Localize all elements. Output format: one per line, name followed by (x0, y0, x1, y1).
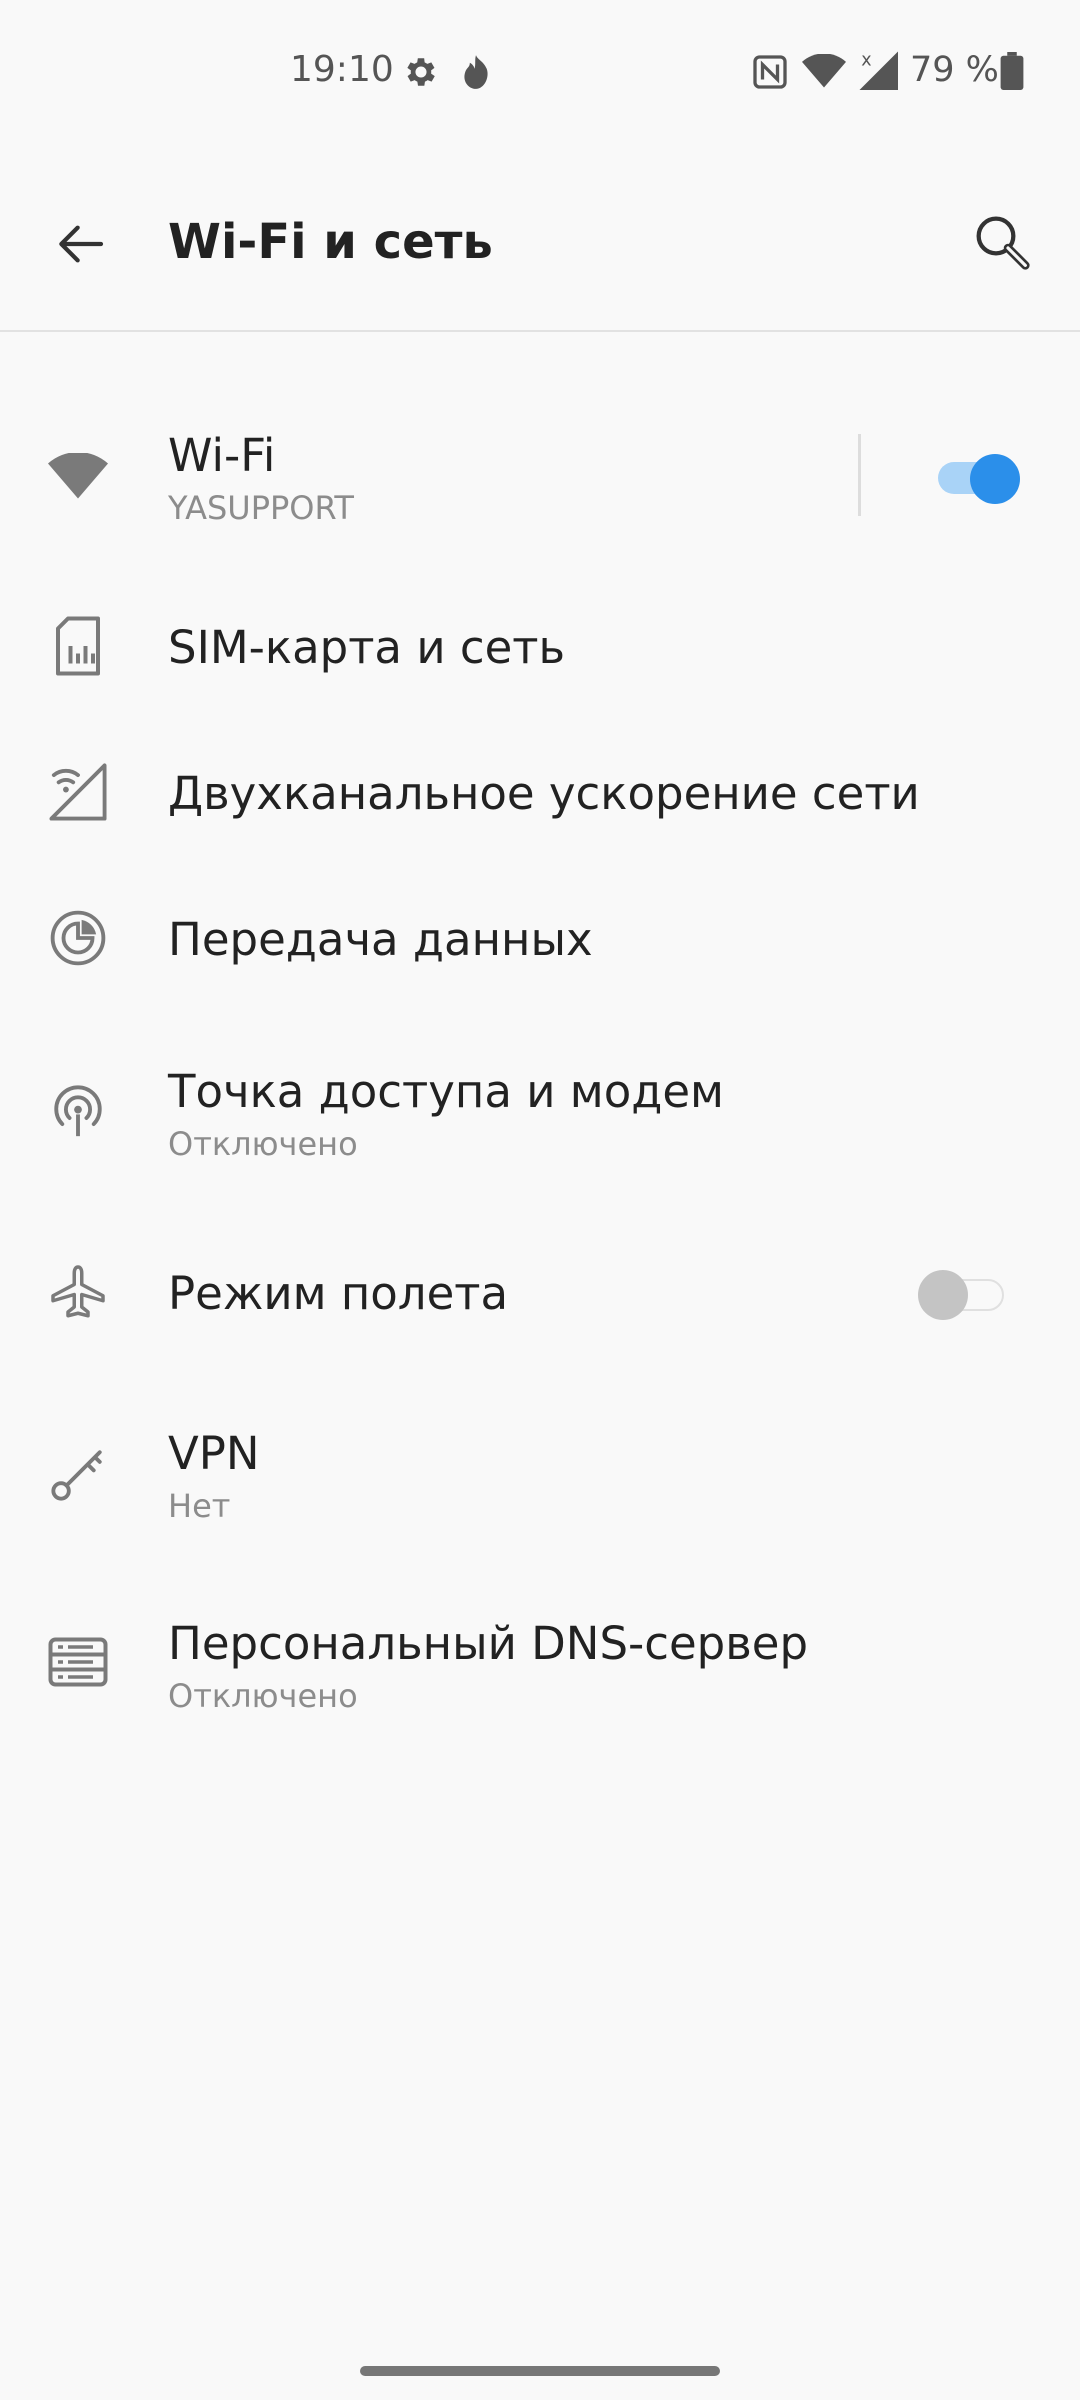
dns-server-icon (38, 1622, 118, 1702)
app-notification-icon (457, 52, 495, 96)
vpn-status: Нет (168, 1487, 231, 1525)
airplane-mode-title: Режим полета (168, 1267, 509, 1320)
search-button[interactable] (962, 202, 1046, 286)
sim-network-title: SIM-карта и сеть (168, 621, 566, 674)
data-usage-icon (38, 898, 118, 978)
dual-channel-title: Двухканальное ускорение сети (168, 767, 920, 820)
dual-channel-item[interactable]: Двухканальное ускорение сети (0, 742, 1080, 852)
nfc-icon (752, 54, 788, 94)
private-dns-title: Персональный DNS-сервер (168, 1617, 809, 1670)
key-icon (38, 1434, 118, 1514)
wifi-toggle[interactable] (930, 444, 1030, 508)
wifi-signal-icon (802, 53, 846, 92)
private-dns-status: Отключено (168, 1677, 358, 1715)
hotspot-item[interactable]: Точка доступа и модем Отключено (0, 1046, 1080, 1176)
hotspot-icon (38, 1072, 118, 1152)
data-usage-title: Передача данных (168, 913, 593, 966)
hotspot-status: Отключено (168, 1125, 358, 1163)
sim-network-item[interactable]: SIM-карта и сеть (0, 596, 1080, 706)
search-icon (976, 216, 1030, 270)
airplane-mode-toggle[interactable] (910, 1262, 1020, 1326)
battery-percentage: 79 % (910, 50, 999, 90)
dual-channel-icon (38, 752, 118, 832)
sim-card-icon (38, 606, 118, 686)
wifi-icon (38, 436, 118, 516)
airplane-icon (38, 1252, 118, 1332)
arrow-left-icon (59, 225, 104, 263)
wifi-divider (858, 434, 861, 516)
settings-gear-icon (402, 53, 440, 95)
battery-icon (1000, 52, 1024, 94)
private-dns-item[interactable]: Персональный DNS-сервер Отключено (0, 1598, 1080, 1728)
svg-text:x: x (861, 51, 871, 71)
cellular-no-data-icon: x (856, 48, 898, 94)
wifi-title: Wi-Fi (168, 429, 276, 482)
vpn-item[interactable]: VPN Нет (0, 1408, 1080, 1538)
page-title: Wi-Fi и сеть (168, 214, 493, 270)
home-indicator[interactable] (360, 2366, 720, 2376)
vpn-title: VPN (168, 1427, 260, 1480)
wifi-network-name: YASUPPORT (168, 489, 354, 527)
data-usage-item[interactable]: Передача данных (0, 888, 1080, 998)
status-bar: 19:10 x 79 % (0, 0, 1080, 140)
hotspot-title: Точка доступа и модем (168, 1065, 724, 1118)
app-bar: Wi-Fi и сеть (0, 140, 1080, 332)
status-time: 19:10 (290, 49, 394, 90)
wifi-item[interactable]: Wi-Fi YASUPPORT (0, 410, 1080, 540)
back-button[interactable] (40, 204, 120, 284)
